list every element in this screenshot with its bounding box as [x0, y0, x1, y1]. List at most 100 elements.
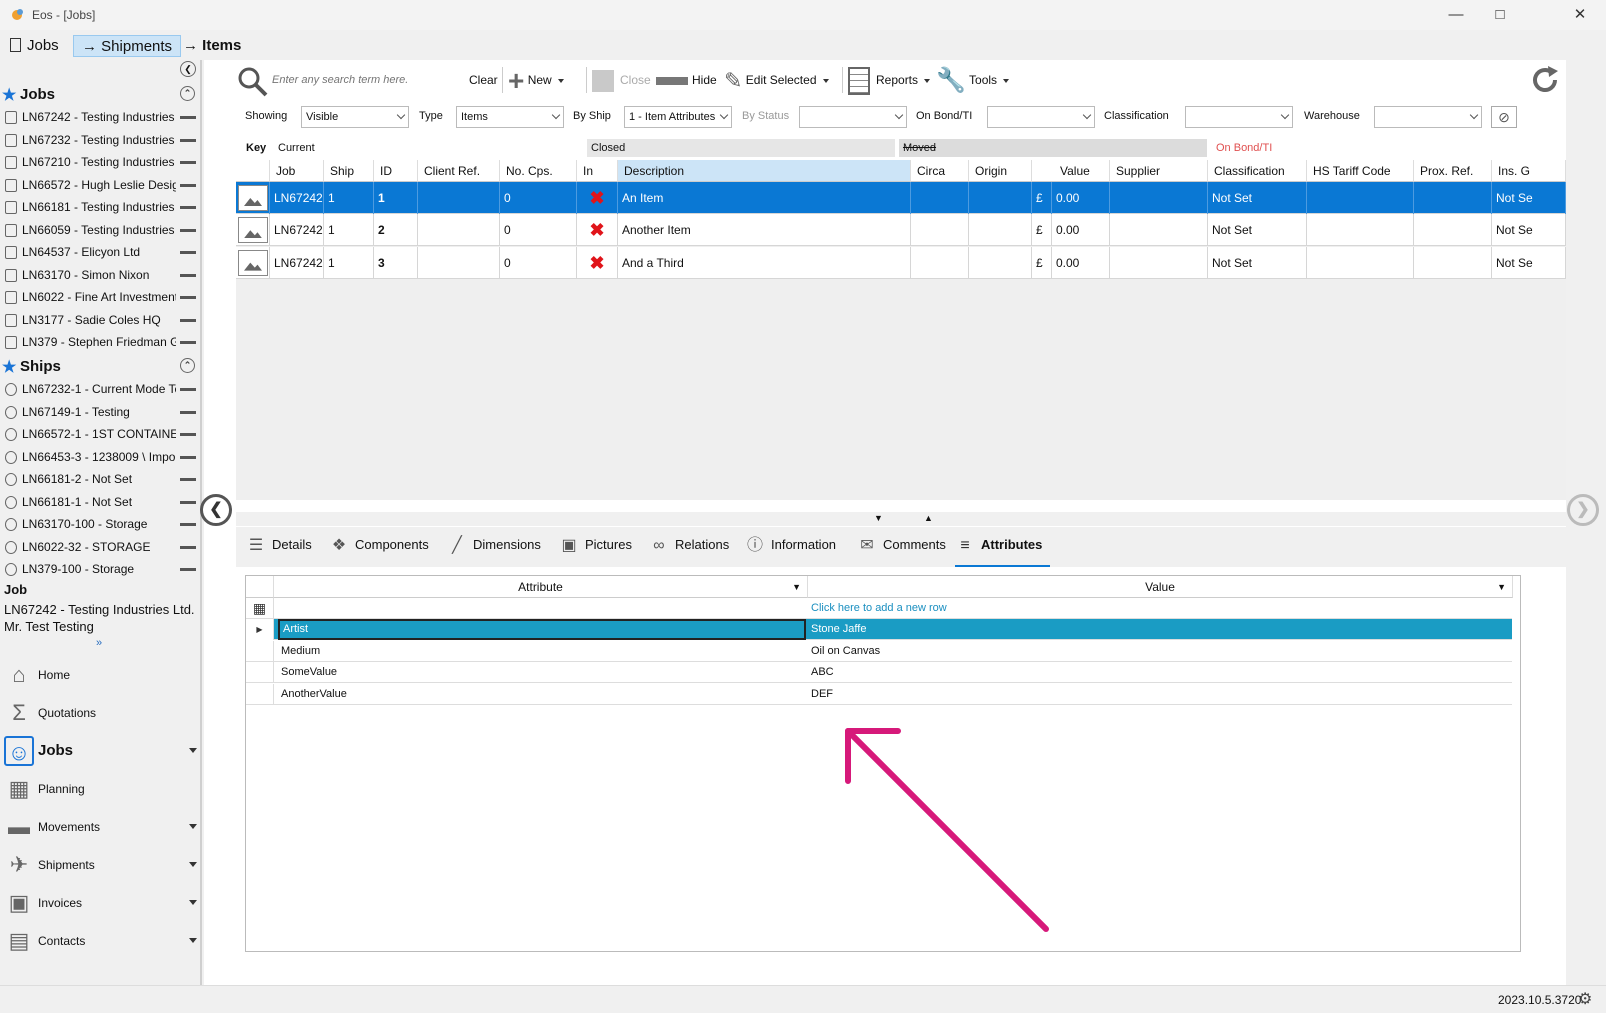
table-row[interactable]: LN67242 1 1 0 ✖ An Item £0.00 Not Set Not Se [236, 182, 1566, 214]
remove-dash-icon[interactable] [180, 410, 196, 414]
next-arrow-button[interactable]: ❯ [1567, 494, 1599, 526]
attr-header-attribute[interactable]: Attribute ▼ [274, 576, 808, 598]
attribute-row[interactable]: Medium Oil on Canvas [246, 640, 1512, 662]
ships-list-item[interactable]: LN66181-2 - Not Set [0, 468, 200, 490]
edit-selected-button[interactable]: ✎ Edit Selected [724, 63, 829, 97]
reports-button[interactable]: Reports [848, 63, 931, 97]
tab-attributes[interactable]: ≡ Attributes [955, 527, 1051, 567]
remove-dash-icon[interactable] [180, 138, 196, 142]
breadcrumb-jobs[interactable]: Jobs [10, 35, 59, 57]
nav-item-shipments[interactable]: ✈ Shipments [0, 847, 200, 883]
filter-icon[interactable]: ▼ [1497, 576, 1506, 598]
grid-header-supplier[interactable]: Supplier [1110, 160, 1208, 182]
jobs-list-item[interactable]: LN66572 - Hugh Leslie Design [0, 174, 200, 196]
ships-list-item[interactable]: LN63170-100 - Storage [0, 513, 200, 535]
remove-dash-icon[interactable] [180, 116, 196, 119]
jobs-list-item[interactable]: LN6022 - Fine Art Investment [0, 286, 200, 308]
tools-button[interactable]: 🔧 Tools [936, 63, 1010, 97]
nav-item-movements[interactable]: ▬ Movements [0, 809, 200, 845]
expand-job-button[interactable]: » [96, 637, 102, 649]
refresh-icon[interactable] [1528, 63, 1562, 97]
remove-dash-icon[interactable] [180, 545, 196, 549]
clear-filters-button[interactable]: ⊘ [1491, 106, 1517, 128]
caret-down-icon[interactable] [189, 748, 197, 753]
close-item-button[interactable]: Close [592, 63, 651, 97]
image-placeholder-icon[interactable] [238, 249, 268, 276]
jobs-list-item[interactable]: LN67232 - Testing Industries L [0, 129, 200, 151]
remove-dash-icon[interactable] [180, 433, 196, 436]
maximize-button[interactable]: □ [1480, 4, 1520, 26]
collapse-ships-icon[interactable]: ⌃ [180, 358, 195, 373]
ships-list-item[interactable]: LN67232-1 - Current Mode Te [0, 378, 200, 400]
grid-header-in[interactable]: In [577, 160, 618, 182]
collapse-down-icon[interactable]: ▼ [874, 513, 883, 523]
ships-list-item[interactable]: LN66181-1 - Not Set [0, 491, 200, 513]
jobs-list-item[interactable]: LN64537 - Elicyon Ltd [0, 241, 200, 263]
caret-down-icon[interactable] [189, 824, 197, 829]
collapse-jobs-icon[interactable]: ⌃ [180, 86, 195, 101]
tab-pictures[interactable]: ▣ Pictures [559, 527, 640, 567]
grid-header-classification[interactable]: Classification [1208, 160, 1307, 182]
nav-item-invoices[interactable]: ▣ Invoices [0, 885, 200, 921]
grid-header-hs-tariff-code[interactable]: HS Tariff Code [1307, 160, 1414, 182]
remove-dash-icon[interactable] [180, 183, 196, 187]
nav-item-planning[interactable]: ▦ Planning [0, 771, 200, 807]
type-select[interactable]: Items [456, 106, 564, 128]
ships-list-item[interactable]: LN66572-1 - 1ST CONTAINER [0, 423, 200, 445]
grid-header-ship[interactable]: Ship [324, 160, 374, 182]
breadcrumb-items[interactable]: → Items [183, 35, 241, 57]
table-row[interactable]: LN67242 1 2 0 ✖ Another Item £0.00 Not Set Not S… [236, 214, 1566, 247]
jobs-list-item[interactable]: LN66181 - Testing Industries L [0, 196, 200, 218]
grid-header-ins-g[interactable]: Ins. G [1492, 160, 1566, 182]
nav-item-contacts[interactable]: ▤ Contacts [0, 923, 200, 959]
table-row[interactable]: LN67242 1 3 0 ✖ And a Third £0.00 Not Set Not Se [236, 246, 1566, 279]
showing-select[interactable]: Visible [301, 106, 409, 128]
on-bond-select[interactable] [987, 106, 1095, 128]
collapse-sidebar-button[interactable]: ❮ [180, 61, 196, 77]
by-ship-select[interactable]: 1 - Item Attributes [624, 106, 732, 128]
grid-header-id[interactable]: ID [374, 160, 418, 182]
remove-dash-icon[interactable] [180, 341, 196, 344]
close-window-button[interactable]: ✕ [1560, 4, 1600, 26]
tab-components[interactable]: ❖ Components [329, 527, 437, 567]
jobs-section-header[interactable]: ★ Jobs ⌃ [0, 84, 200, 106]
grid-header-client-ref-[interactable]: Client Ref. [418, 160, 500, 182]
by-status-select[interactable] [799, 106, 907, 128]
search-input[interactable] [268, 68, 464, 92]
breadcrumb-shipments[interactable]: → Shipments [73, 35, 182, 57]
tab-comments[interactable]: ✉ Comments [857, 527, 954, 567]
remove-dash-icon[interactable] [180, 523, 196, 526]
nav-item-quotations[interactable]: Σ Quotations [0, 695, 200, 731]
ships-list-item[interactable]: LN379-100 - Storage [0, 558, 200, 580]
image-placeholder-icon[interactable] [238, 185, 268, 211]
filter-icon[interactable]: ▼ [792, 576, 801, 598]
grid-header-circa[interactable]: Circa [911, 160, 969, 182]
jobs-list-item[interactable]: LN379 - Stephen Friedman Ga [0, 331, 200, 353]
hide-button[interactable]: Hide [656, 63, 717, 97]
warehouse-select[interactable] [1374, 106, 1482, 128]
nav-item-home[interactable]: ⌂ Home [0, 657, 200, 693]
caret-down-icon[interactable] [189, 900, 197, 905]
ships-list-item[interactable]: LN66453-3 - 1238009 \ Import [0, 446, 200, 468]
remove-dash-icon[interactable] [180, 388, 196, 391]
tab-information[interactable]: ⓘ Information [745, 527, 844, 567]
tab-details[interactable]: ☰ Details [246, 527, 320, 567]
ships-list-item[interactable]: LN67149-1 - Testing [0, 401, 200, 423]
remove-dash-icon[interactable] [180, 161, 196, 164]
caret-down-icon[interactable] [189, 938, 197, 943]
tab-dimensions[interactable]: ╱ Dimensions [447, 527, 549, 567]
attribute-row[interactable]: AnotherValue DEF [246, 683, 1512, 705]
grid-header-no-cps-[interactable]: No. Cps. [500, 160, 577, 182]
remove-dash-icon[interactable] [180, 500, 196, 504]
ships-section-header[interactable]: ★ Ships ⌃ [0, 356, 200, 378]
gear-icon[interactable]: ⚙ [1578, 989, 1592, 1009]
remove-dash-icon[interactable] [180, 568, 196, 571]
remove-dash-icon[interactable] [180, 251, 196, 254]
jobs-list-item[interactable]: LN63170 - Simon Nixon [0, 264, 200, 286]
ships-list-item[interactable]: LN6022-32 - STORAGE [0, 536, 200, 558]
jobs-list-item[interactable]: LN66059 - Testing Industries L [0, 219, 200, 241]
classification-select[interactable] [1185, 106, 1293, 128]
remove-dash-icon[interactable] [180, 273, 196, 277]
attribute-row[interactable]: SomeValue ABC [246, 662, 1512, 683]
clear-button[interactable]: Clear [469, 63, 498, 97]
